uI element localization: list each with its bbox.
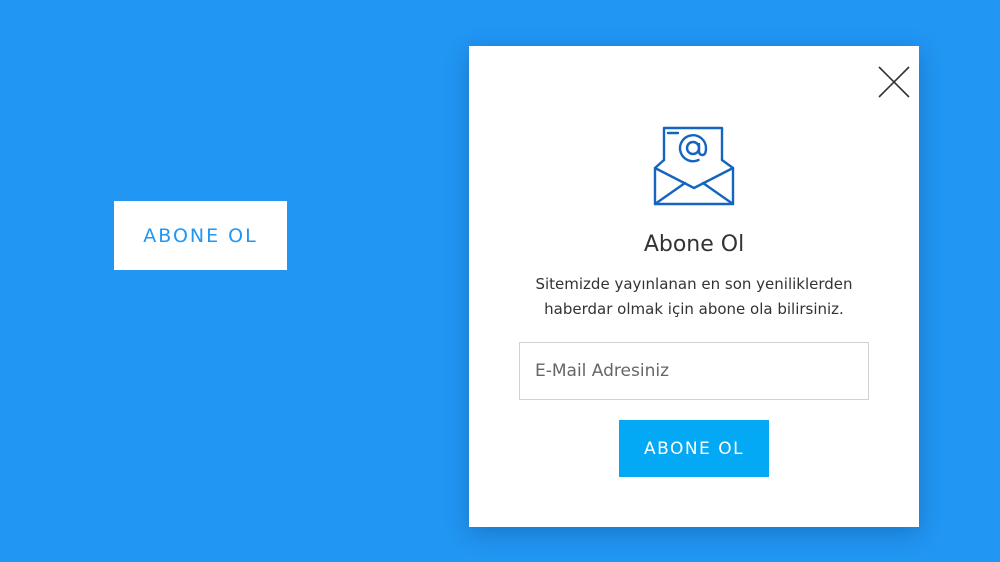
subscribe-modal: Abone Ol Sitemizde yayınlanan en son yen… [469, 46, 919, 527]
email-input[interactable] [519, 342, 869, 400]
open-subscribe-button[interactable]: ABONE OL [114, 201, 287, 270]
modal-title: Abone Ol [643, 232, 745, 257]
modal-description: Sitemizde yayınlanan en son yeniliklerde… [535, 275, 853, 318]
subscribe-button[interactable]: ABONE OL [619, 420, 769, 477]
close-icon[interactable] [875, 63, 913, 101]
open-envelope-email-icon [653, 125, 735, 207]
